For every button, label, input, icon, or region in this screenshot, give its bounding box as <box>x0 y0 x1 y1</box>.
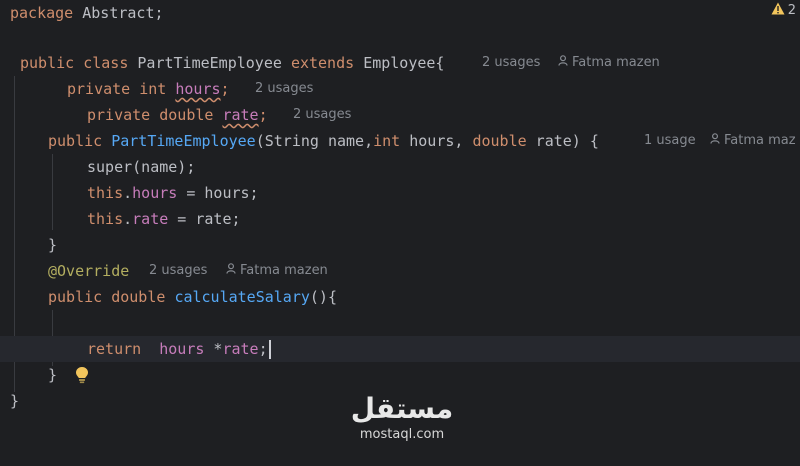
person-icon <box>710 128 720 154</box>
params: rate) { <box>526 132 599 150</box>
usages-hint[interactable]: 2 usages <box>255 81 313 96</box>
field-name: hours <box>159 340 205 358</box>
warnings-indicator[interactable]: 2 <box>771 2 796 19</box>
assignment: = rate; <box>168 210 241 228</box>
package-name: Abstract; <box>82 4 164 22</box>
code-line-3[interactable]: public class PartTimeEmployee extends Em… <box>0 50 800 76</box>
semicolon: ; <box>220 80 230 98</box>
warning-icon <box>771 2 785 19</box>
watermark-arabic: مستقل <box>350 392 454 425</box>
watermark-latin: mostaql.com <box>359 427 445 442</box>
usages-hint[interactable]: 2 usages <box>482 55 540 70</box>
person-icon <box>558 50 568 76</box>
usages-hint[interactable]: 1 usage <box>644 133 696 148</box>
closing-brace: } <box>10 392 20 410</box>
lightbulb-icon[interactable] <box>20 340 89 384</box>
code-line-7[interactable]: super(name); <box>0 154 800 180</box>
dot: . <box>123 210 133 228</box>
keyword: return <box>87 340 142 358</box>
usages-hint[interactable]: 2 usages <box>149 263 207 278</box>
keyword: public <box>20 54 75 72</box>
field-name: rate <box>132 210 169 228</box>
author-name: Fatma maz <box>724 133 796 148</box>
keyword: class <box>83 54 129 72</box>
keyword: this <box>87 184 124 202</box>
constructor-name: PartTimeEmployee <box>111 132 256 150</box>
code-line-6[interactable]: public PartTimeEmployee(String name,int … <box>0 128 800 154</box>
author-hint[interactable]: Fatma maz <box>710 128 796 154</box>
field-name: hours <box>175 80 221 98</box>
keyword: double <box>472 132 527 150</box>
method-name: calculateSalary <box>174 288 310 306</box>
keyword: package <box>10 4 74 22</box>
author-name: Fatma mazen <box>572 55 660 70</box>
code-line-11[interactable]: @Override 2 usages Fatma mazen <box>0 258 800 284</box>
code-editor[interactable]: package Abstract; public class PartTimeE… <box>0 0 800 460</box>
closing-brace: } <box>48 236 58 254</box>
keyword: double <box>111 288 166 306</box>
code-line-15[interactable]: } <box>0 362 800 388</box>
code-line-1[interactable]: package Abstract; <box>0 0 800 26</box>
keyword: extends <box>290 54 355 72</box>
code-line-5[interactable]: private double rate; 2 usages <box>0 102 800 128</box>
class-name: PartTimeEmployee <box>137 54 282 72</box>
parent-class: Employee{ <box>363 54 445 72</box>
author-hint[interactable]: Fatma mazen <box>226 258 328 284</box>
code-line-8[interactable]: this.hours = hours; <box>0 180 800 206</box>
keyword: double <box>159 106 214 124</box>
semicolon: ; <box>258 106 268 124</box>
params: (String name, <box>255 132 374 150</box>
code-line-9[interactable]: this.rate = rate; <box>0 206 800 232</box>
code-line-12[interactable]: public double calculateSalary(){ <box>0 284 800 310</box>
code-line-10[interactable]: } <box>0 232 800 258</box>
text-caret <box>268 340 271 359</box>
params: hours, <box>400 132 473 150</box>
watermark-logo: مستقل mostaql.com <box>346 392 458 454</box>
override-annotation: @Override <box>48 262 130 280</box>
code-line-14[interactable]: return hours *rate; <box>0 336 800 384</box>
keyword: private <box>67 80 131 98</box>
assignment: = hours; <box>177 184 259 202</box>
warning-count: 2 <box>787 3 796 18</box>
method-parens: (){ <box>309 288 337 306</box>
usages-hint[interactable]: 2 usages <box>293 107 351 122</box>
keyword: int <box>139 80 167 98</box>
keyword: public <box>48 288 103 306</box>
author-name: Fatma mazen <box>240 263 328 278</box>
operator: * <box>204 340 223 358</box>
keyword: int <box>373 132 401 150</box>
field-name: hours <box>132 184 178 202</box>
field-name: rate <box>222 340 259 358</box>
super-call: super(name); <box>87 158 196 176</box>
keyword: private <box>87 106 151 124</box>
keyword: this <box>87 210 124 228</box>
author-hint[interactable]: Fatma mazen <box>558 50 660 76</box>
keyword: public <box>48 132 103 150</box>
dot: . <box>123 184 133 202</box>
semicolon: ; <box>258 340 268 358</box>
code-line-4[interactable]: private int hours; 2 usages <box>0 76 800 102</box>
closing-brace: } <box>48 366 58 384</box>
field-name: rate <box>222 106 259 124</box>
person-icon <box>226 258 236 284</box>
